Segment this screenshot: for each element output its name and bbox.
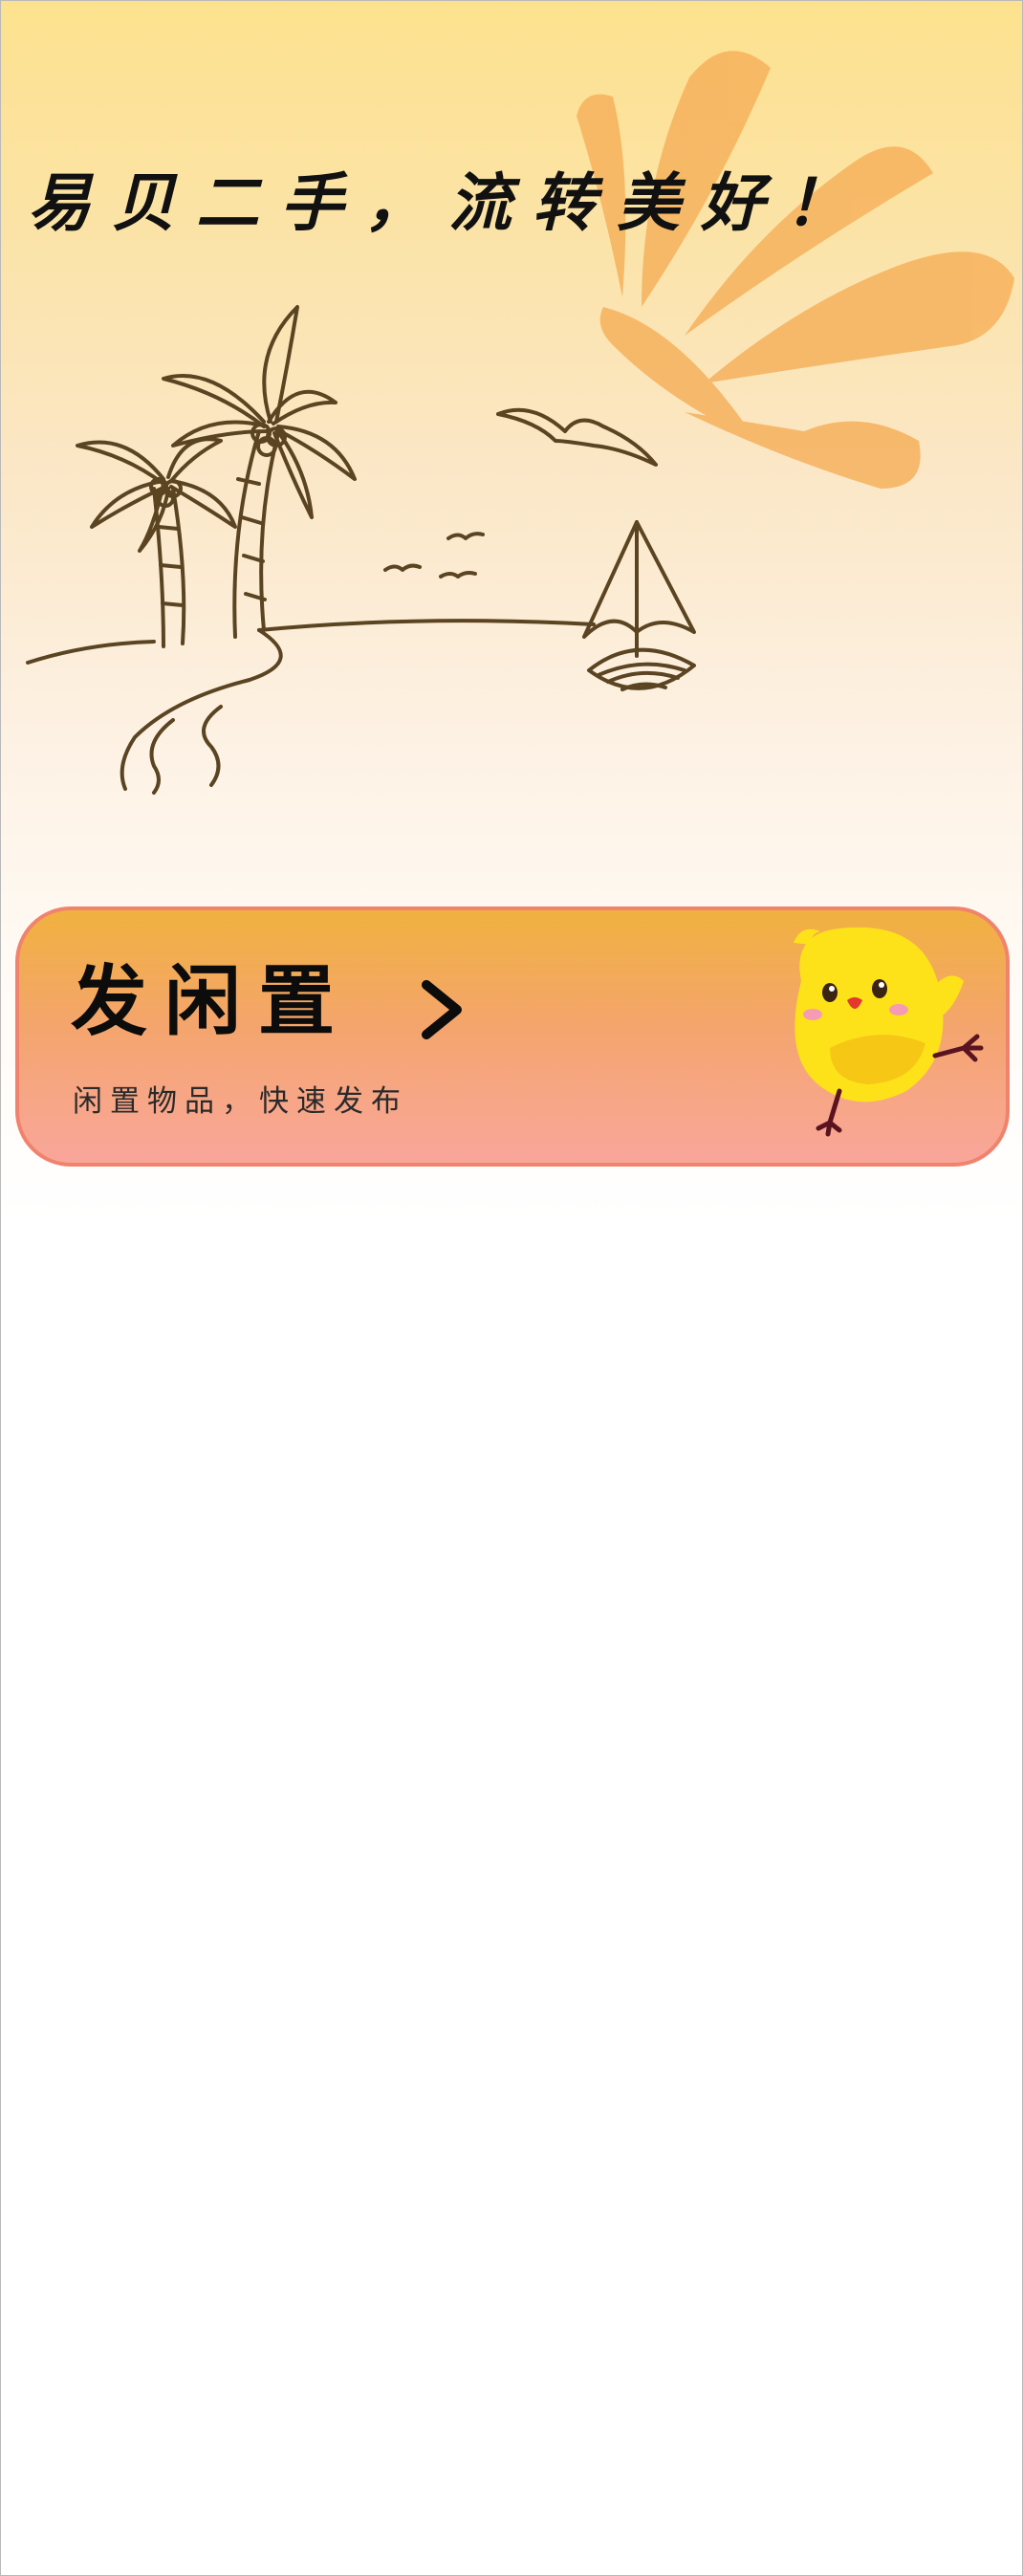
card-subtitle: 闲置物品，快速发布	[73, 1084, 408, 1119]
beach-sketch-illustration	[26, 305, 696, 795]
chevron-right-icon	[422, 980, 462, 1039]
chick-mascot-icon	[794, 927, 984, 1137]
card-title: 发闲置	[71, 957, 352, 1046]
slogan-text: 易贝二手，流转美好！	[28, 165, 869, 240]
